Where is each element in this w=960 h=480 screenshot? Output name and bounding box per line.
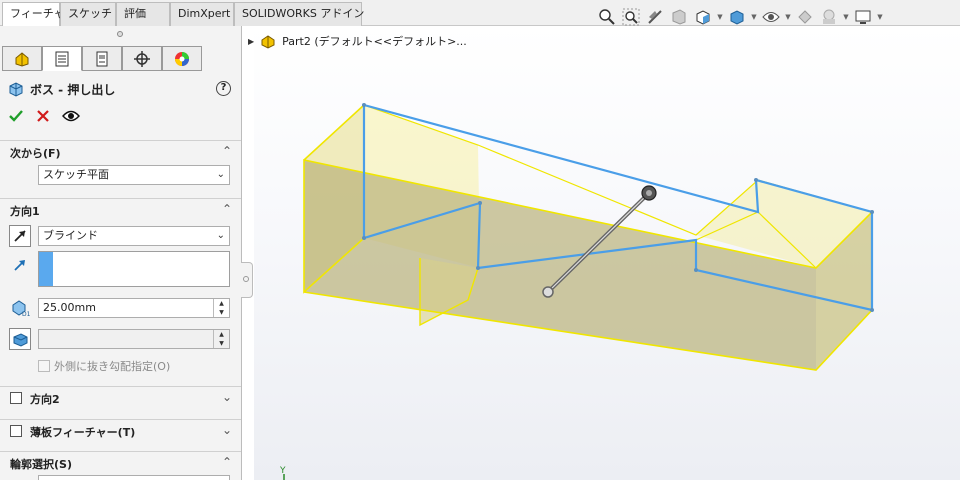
monitor-icon [855,10,871,24]
hide-show-eye-icon [762,12,780,22]
triad-y-label: Y [280,466,286,476]
hide-show-dropdown[interactable]: ▼ [784,13,792,21]
zoom-to-fit-button[interactable] [596,6,618,28]
view-orientation-button[interactable] [692,6,714,28]
display-style-dropdown[interactable]: ▼ [750,13,758,21]
previous-view-button[interactable] [644,6,666,28]
flyout-tree-root[interactable]: ▶ Part2 (デフォルト<<デフォルト>... [248,33,467,49]
part-icon [261,35,275,49]
zoom-to-area-button[interactable] [620,6,642,28]
preview-main-front [304,160,816,370]
view-settings-button[interactable] [852,6,874,28]
model-view [283,103,874,480]
section-view-button[interactable] [668,6,690,28]
tree-expand-icon[interactable]: ▶ [248,37,254,46]
view-settings-dropdown[interactable]: ▼ [876,13,884,21]
heads-up-view-toolbar: ▼ ▼ ▼ ▼ ▼ [596,6,884,28]
display-style-button[interactable] [726,6,748,28]
edit-appearance-button[interactable] [794,6,816,28]
scene-icon [823,9,835,24]
view-orientation-icon [696,10,710,25]
view-orientation-dropdown[interactable]: ▼ [716,13,724,21]
apply-scene-button[interactable] [818,6,840,28]
display-style-icon [730,10,744,25]
zoom-to-area-icon [622,8,640,26]
zoom-to-fit-icon [599,9,615,25]
section-view-icon [672,9,686,25]
previous-view-icon [648,10,662,24]
scene-dropdown[interactable]: ▼ [842,13,850,21]
part-name: Part2 (デフォルト<<デフォルト>... [282,35,467,48]
hide-show-items-button[interactable] [760,6,782,28]
appearance-icon [798,10,812,24]
